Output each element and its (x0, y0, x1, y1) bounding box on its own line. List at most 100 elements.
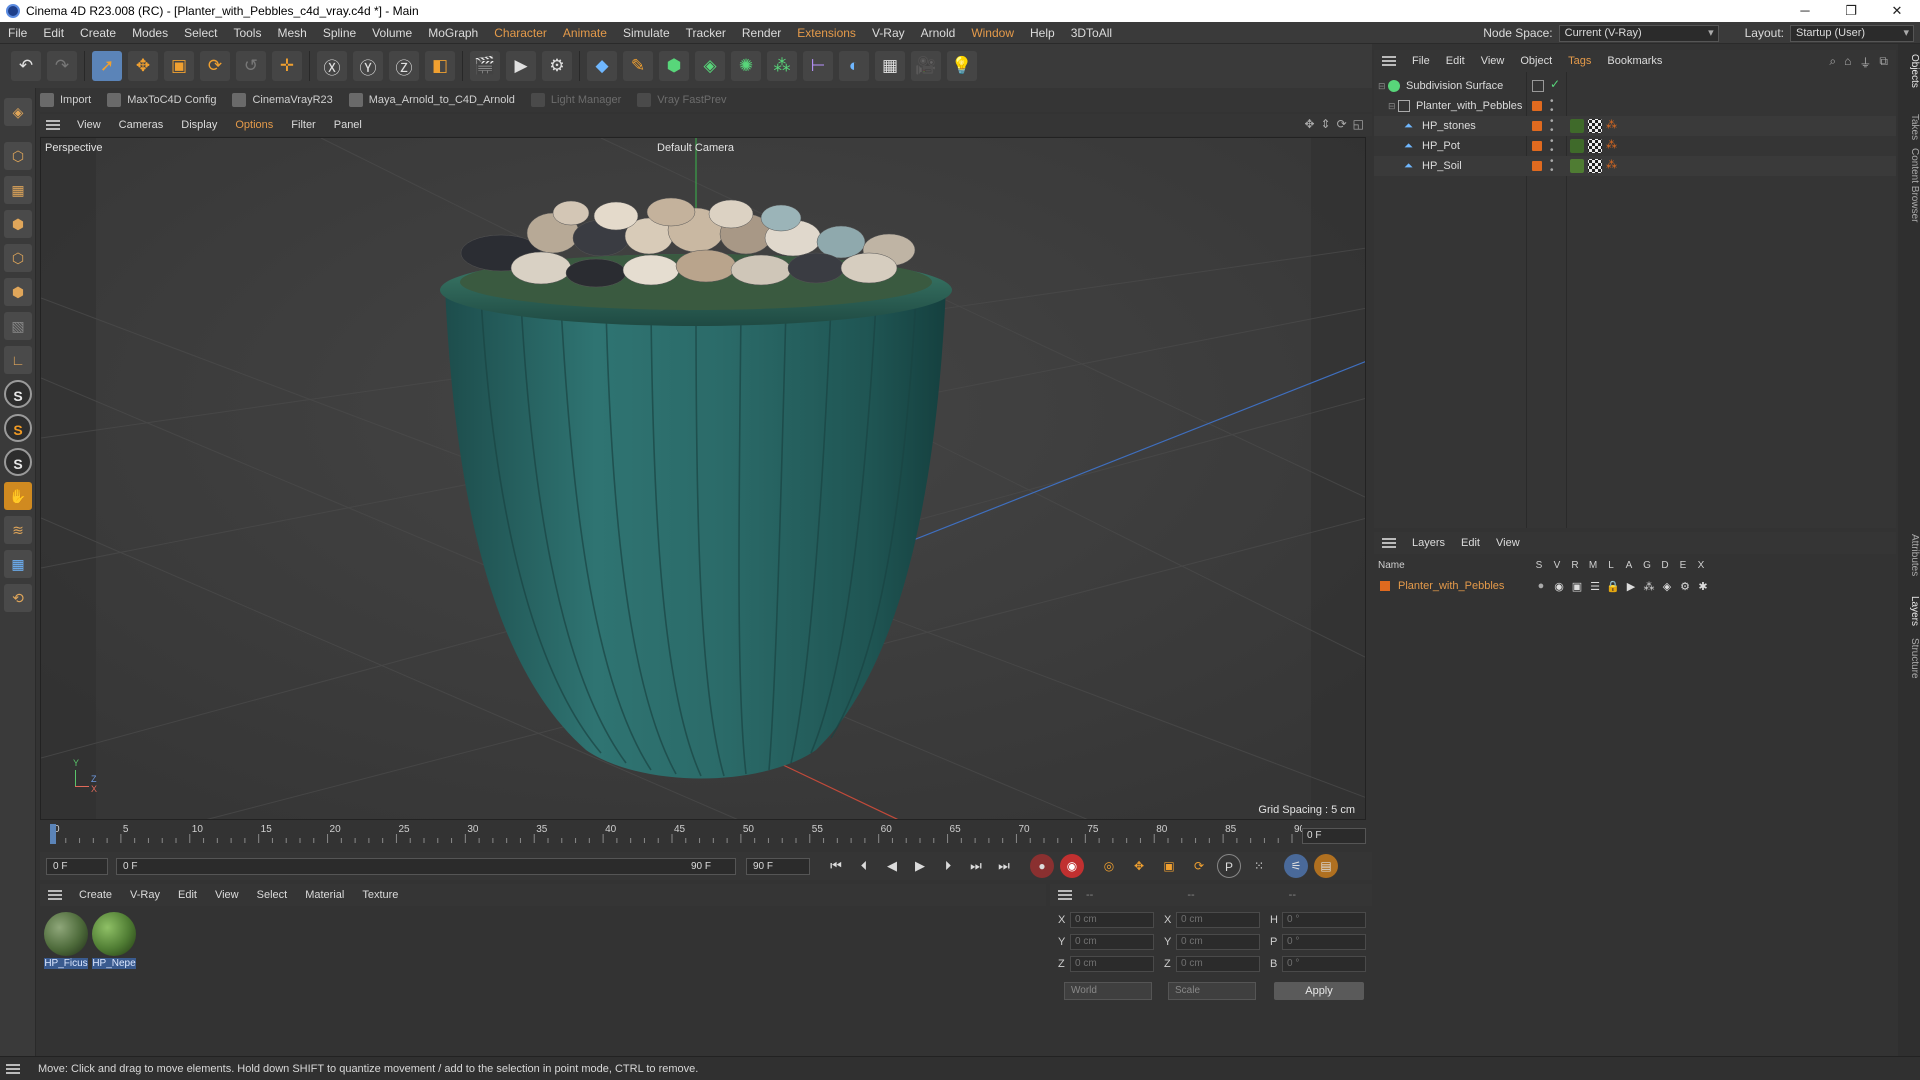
position-key-icon[interactable]: ✥ (1127, 854, 1151, 878)
status-menu-icon[interactable] (6, 1063, 20, 1074)
menu-character[interactable]: Character (486, 22, 555, 44)
undo-icon[interactable]: ↶ (11, 51, 41, 81)
extrude-generator-icon[interactable]: ◈ (695, 51, 725, 81)
material-menu-icon[interactable] (48, 890, 62, 900)
animation-mode-icon[interactable]: ⚟ (1284, 854, 1308, 878)
uv-mode-icon[interactable]: ▧ (4, 312, 32, 340)
hamburger-menu-icon[interactable] (46, 120, 60, 130)
layer-color-swatch[interactable] (1532, 101, 1542, 111)
object-menu-object[interactable]: Object (1512, 55, 1560, 67)
viewport-menu-filter[interactable]: Filter (282, 119, 324, 131)
object-menu-tags[interactable]: Tags (1560, 55, 1599, 67)
texture-mode-icon[interactable]: ▦ (4, 176, 32, 204)
menu-tools[interactable]: Tools (225, 22, 269, 44)
menu-render[interactable]: Render (734, 22, 789, 44)
visibility-dots-icon[interactable]: • • (1550, 157, 1554, 176)
viewport-menu-cameras[interactable]: Cameras (110, 119, 173, 131)
material-menu-view[interactable]: View (206, 889, 248, 901)
close-button[interactable]: ✕ (1874, 0, 1920, 22)
menu-edit[interactable]: Edit (35, 22, 72, 44)
render-toggle-icon[interactable]: ▣ (1568, 580, 1586, 593)
autokey-icon[interactable]: ◉ (1060, 854, 1084, 878)
material-menu-vray[interactable]: V-Ray (121, 889, 169, 901)
menu-volume[interactable]: Volume (364, 22, 420, 44)
y-axis-lock-icon[interactable]: Ⓨ (353, 51, 383, 81)
playhead[interactable] (50, 824, 56, 844)
layout-select[interactable]: Startup (User) (1790, 24, 1914, 42)
material-item[interactable]: HP_Ficus (44, 912, 88, 969)
object-menu-icon[interactable] (1382, 56, 1396, 66)
subdivision-generator-icon[interactable]: ⬢ (659, 51, 689, 81)
layer-color-swatch[interactable] (1532, 161, 1542, 171)
render-view-icon[interactable]: ▶ (506, 51, 536, 81)
tree-row-planter[interactable]: ⊟ Planter_with_Pebbles • • (1374, 96, 1896, 116)
next-frame-icon[interactable]: ⏵ (937, 855, 959, 877)
object-menu-view[interactable]: View (1473, 55, 1513, 67)
camera-name-label[interactable]: Default Camera (657, 142, 734, 154)
menu-help[interactable]: Help (1022, 22, 1063, 44)
uvw-tag-icon[interactable] (1588, 159, 1602, 173)
current-frame-field[interactable]: 0 F (1302, 828, 1366, 844)
visibility-dots-icon[interactable]: • • (1550, 137, 1554, 156)
enabled-check-icon[interactable]: ✓ (1550, 77, 1560, 91)
light-manager-button[interactable]: Light Manager (530, 93, 621, 107)
edges-mode-icon[interactable]: ⬡ (4, 244, 32, 272)
layer-color-swatch[interactable] (1532, 141, 1542, 151)
lock-toggle-icon[interactable]: 🔒 (1604, 580, 1622, 593)
tree-row-hp-pot[interactable]: ⏶ HP_Pot • • ⁂ (1374, 136, 1896, 156)
z-axis-lock-icon[interactable]: Ⓩ (389, 51, 419, 81)
position-y-field[interactable]: 0 cm (1070, 934, 1154, 950)
tab-layers[interactable]: Layers (1898, 596, 1920, 626)
point-level-key-icon[interactable]: ⁙ (1247, 854, 1271, 878)
menu-file[interactable]: File (0, 22, 35, 44)
tab-takes[interactable]: Takes (1898, 114, 1920, 140)
spline-pen-icon[interactable]: ✎ (623, 51, 653, 81)
x-axis-lock-icon[interactable]: Ⓧ (317, 51, 347, 81)
material-menu-edit[interactable]: Edit (169, 889, 206, 901)
light-bulb-icon[interactable]: 💡 (947, 51, 977, 81)
parameter-key-icon[interactable]: P (1217, 854, 1241, 878)
menu-tracker[interactable]: Tracker (678, 22, 734, 44)
workplane-icon[interactable]: ≋ (4, 516, 32, 544)
home-icon[interactable]: ⌂ (1844, 54, 1851, 71)
timeline-window-icon[interactable]: ▤ (1314, 854, 1338, 878)
layer-menu-icon[interactable] (1382, 538, 1396, 548)
material-menu-select[interactable]: Select (248, 889, 297, 901)
deformer-icon[interactable]: ⊢ (803, 51, 833, 81)
cube-primitive-icon[interactable]: ◆ (587, 51, 617, 81)
restore-button[interactable]: ❐ (1828, 0, 1874, 22)
viewport-menu-display[interactable]: Display (172, 119, 226, 131)
menu-select[interactable]: Select (176, 22, 225, 44)
tweak-mode-icon[interactable]: ✋ (4, 482, 32, 510)
polygons-mode-icon[interactable]: ⬢ (4, 278, 32, 306)
points-mode-icon[interactable]: ⬢ (4, 210, 32, 238)
vray-tag-icon[interactable]: ⁂ (1606, 138, 1617, 151)
floor-environment-icon[interactable]: ▦ (875, 51, 905, 81)
animation-toggle-icon[interactable]: ▶ (1622, 580, 1640, 593)
go-to-start-icon[interactable]: ⏮ (825, 855, 847, 877)
tree-row-subdivision[interactable]: ⊟ Subdivision Surface ✓ (1374, 76, 1896, 96)
viewport-menu-panel[interactable]: Panel (325, 119, 371, 131)
timeline-ruler[interactable]: 051015202530354045505560657075808590 (40, 822, 1372, 846)
keyframe-selection-icon[interactable]: ◎ (1097, 854, 1121, 878)
size-mode-select[interactable]: Scale (1168, 982, 1256, 1000)
maximize-view-icon[interactable]: ◱ (1353, 117, 1364, 131)
visibility-dots-icon[interactable]: • • (1550, 97, 1554, 116)
layer-menu-layers[interactable]: Layers (1404, 537, 1453, 549)
search-icon[interactable]: ⌕ (1829, 54, 1836, 71)
menu-mesh[interactable]: Mesh (269, 22, 314, 44)
layer-row[interactable]: Planter_with_Pebbles ● ◉ ▣ ☰ 🔒 ▶ ⁂ ◈ ⚙ ✱ (1374, 576, 1896, 596)
mograph-cloner-icon[interactable]: ✺ (731, 51, 761, 81)
tab-structure[interactable]: Structure (1898, 638, 1920, 679)
layer-color-swatch[interactable] (1532, 121, 1542, 131)
scale-tool-icon[interactable]: ▣ (164, 51, 194, 81)
pan-icon[interactable]: ✥ (1304, 117, 1314, 131)
material-tag-icon[interactable] (1570, 119, 1584, 133)
cinemavray-button[interactable]: CinemaVrayR23 (232, 93, 333, 107)
minimize-button[interactable]: ─ (1782, 0, 1828, 22)
rotation-key-icon[interactable]: ⟳ (1187, 854, 1211, 878)
tab-attributes[interactable]: Attributes (1898, 534, 1920, 576)
layer-color-swatch[interactable] (1380, 581, 1390, 591)
position-z-field[interactable]: 0 cm (1070, 956, 1154, 972)
menu-modes[interactable]: Modes (124, 22, 176, 44)
